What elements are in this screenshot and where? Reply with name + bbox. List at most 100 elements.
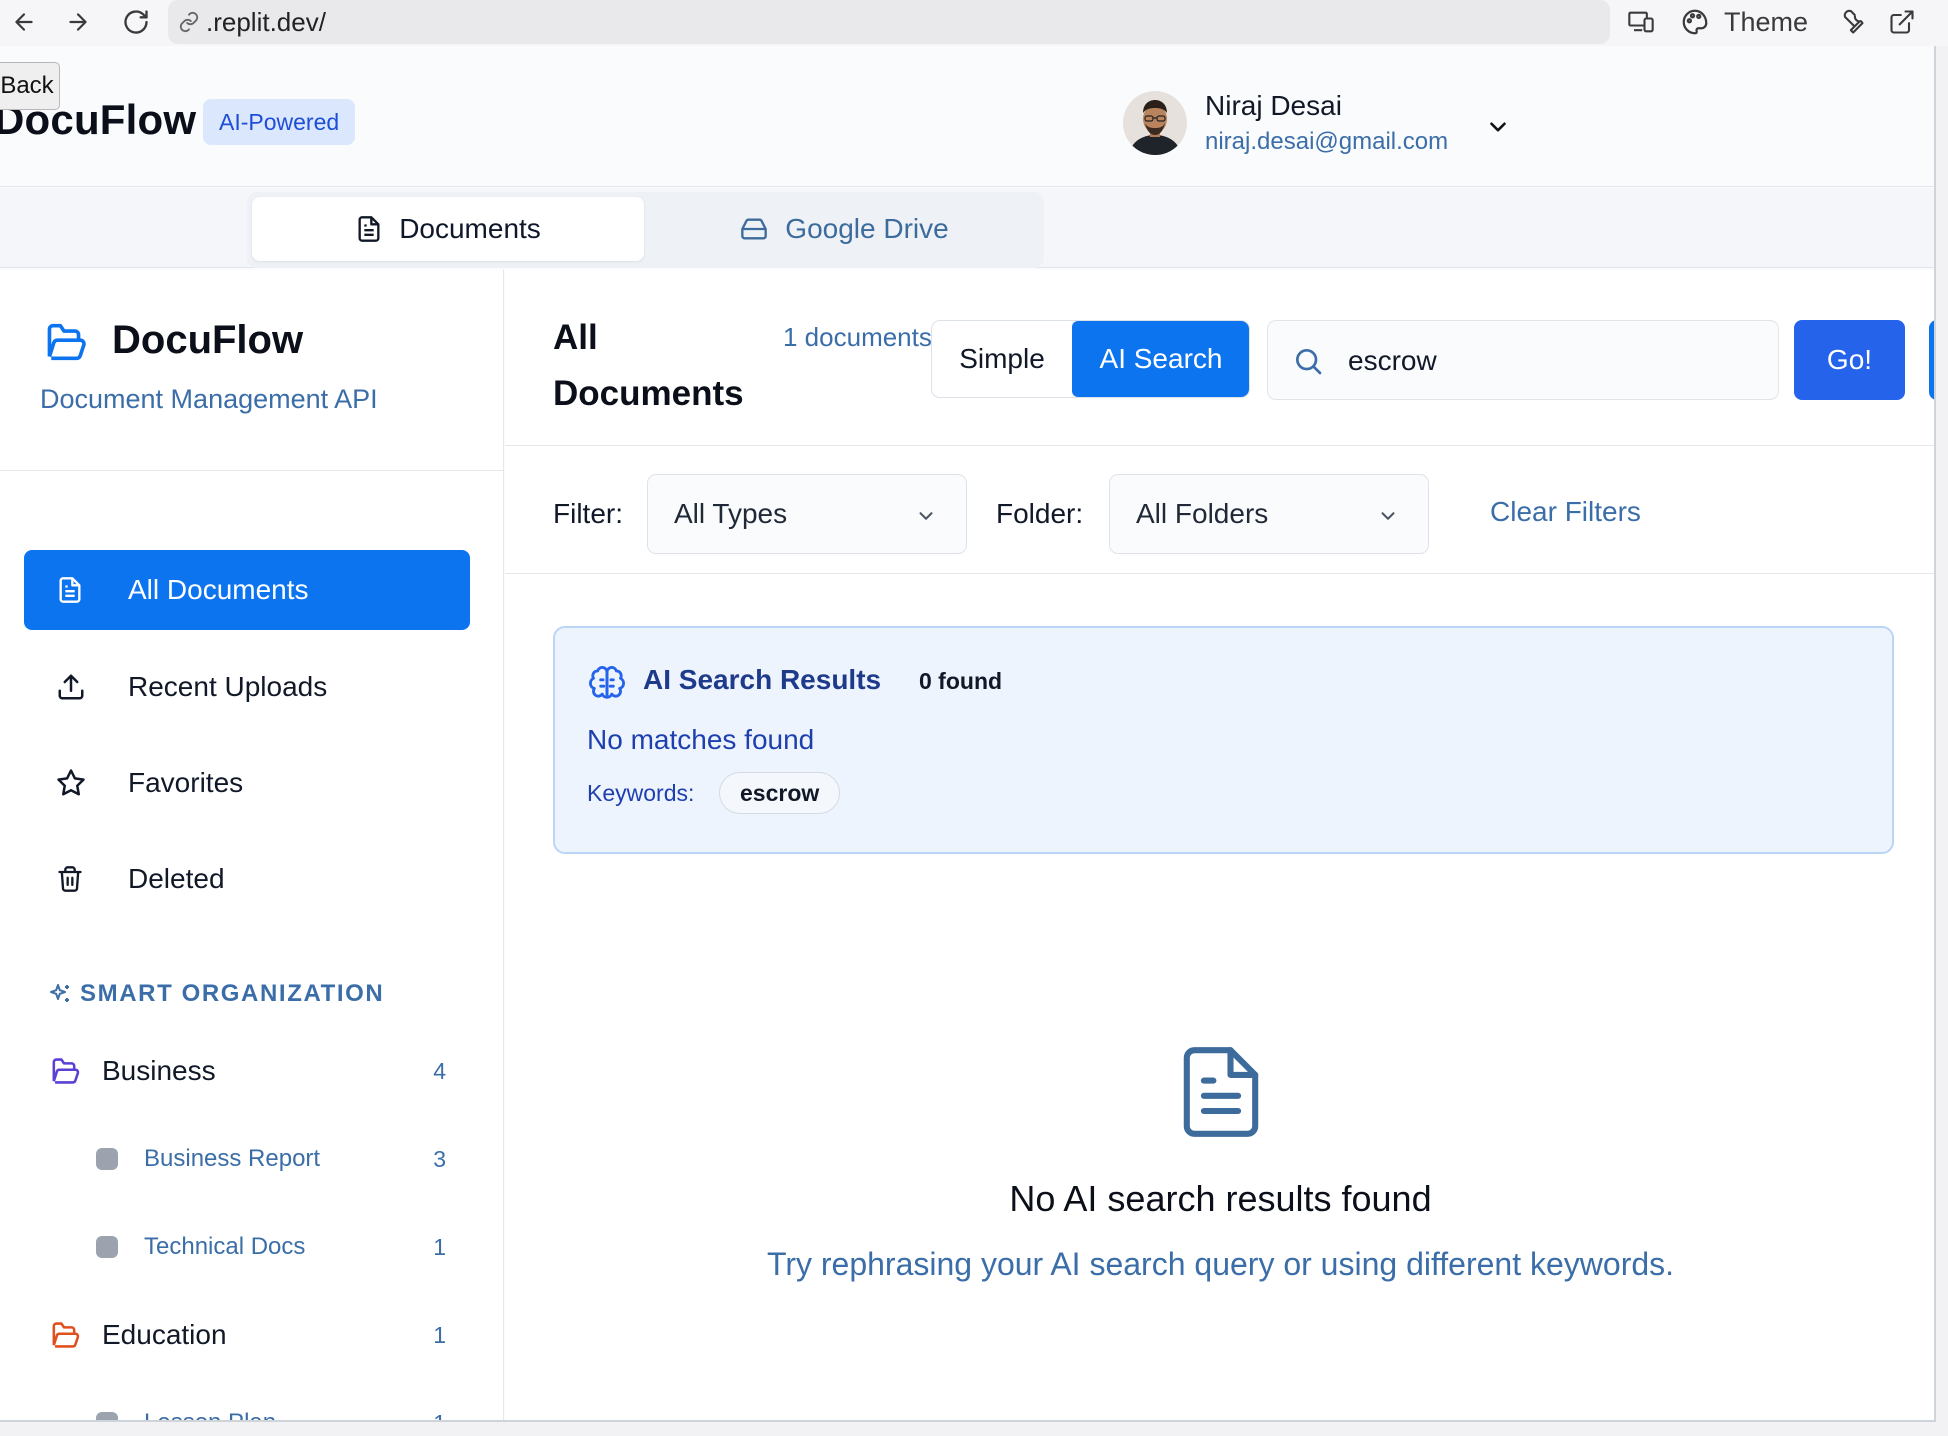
subfolder-name: Technical Docs [144, 1233, 306, 1260]
no-matches-text: No matches found [587, 724, 815, 755]
palette-icon [1680, 7, 1710, 37]
external-link-icon[interactable] [1888, 6, 1916, 38]
main-tabs: Documents Google Drive [247, 192, 1044, 268]
avatar [1123, 91, 1187, 155]
file-text-icon [56, 575, 84, 605]
sidebar: DocuFlow Document Management API All Doc… [0, 270, 504, 1421]
ai-search-button[interactable]: AI Search [1072, 321, 1249, 397]
sidebar-item-label: All Documents [128, 574, 309, 605]
browser-toolbar: .replit.dev/ Theme [0, 0, 1948, 46]
type-filter-select[interactable]: All Types [647, 474, 967, 554]
documents-toolbar: All Documents 1 documents Simple AI Sear… [505, 270, 1934, 446]
subfolder-count: 1 [433, 1233, 446, 1260]
subfolder-name: Business Report [144, 1145, 321, 1172]
search-mode-toggle: Simple AI Search [931, 320, 1250, 398]
subfolder-name: Lesson Plan [144, 1409, 276, 1420]
subfolder-lesson-plan[interactable]: Lesson Plan 1 [96, 1400, 458, 1421]
user-menu[interactable]: Niraj Desai niraj.desai@gmail.com [1123, 88, 1448, 158]
sidebar-item-favorites[interactable]: Favorites [24, 743, 470, 823]
link-icon [178, 11, 200, 33]
wrench-icon[interactable] [1838, 6, 1866, 38]
sidebar-item-label: Recent Uploads [128, 671, 328, 702]
chevron-down-icon [1376, 505, 1400, 527]
sidebar-item-deleted[interactable]: Deleted [24, 839, 470, 919]
results-found-count: 0 found [919, 668, 1003, 694]
folder-count: 1 [433, 1321, 446, 1348]
subfolder-count: 1 [433, 1410, 446, 1421]
sidebar-item-all-documents[interactable]: All Documents [24, 550, 470, 630]
app-window: Back DocuFlow AI-Powered Niraj Desai nir… [0, 46, 1936, 1422]
search-box [1267, 320, 1779, 400]
theme-label: Theme [1724, 6, 1809, 37]
brain-icon [587, 664, 627, 702]
file-text-icon [1183, 1046, 1259, 1138]
browser-back-icon[interactable] [8, 6, 40, 38]
upload-button[interactable] [1929, 320, 1934, 400]
sparkles-icon [48, 982, 72, 1006]
clear-filters-link[interactable]: Clear Filters [1490, 496, 1641, 528]
subfolder-technical-docs[interactable]: Technical Docs 1 [96, 1224, 458, 1270]
simple-search-button[interactable]: Simple [932, 321, 1072, 397]
responsive-devices-icon[interactable] [1626, 6, 1656, 38]
folder-icon [48, 1321, 80, 1349]
tab-google-drive-label: Google Drive [785, 213, 949, 244]
folder-education[interactable]: Education 1 [48, 1310, 458, 1360]
empty-state-title: No AI search results found [1009, 1178, 1432, 1219]
category-dot [96, 1148, 118, 1170]
chevron-down-icon[interactable] [1485, 114, 1511, 140]
sidebar-item-label: Favorites [128, 767, 244, 798]
folder-filter-value: All Folders [1136, 498, 1269, 529]
chevron-down-icon [914, 505, 938, 527]
filter-label: Filter: [553, 498, 623, 529]
folder-filter-select[interactable]: All Folders [1109, 474, 1429, 554]
page-title: All Documents [553, 318, 744, 413]
keywords-label: Keywords: [587, 780, 695, 806]
ai-search-results-card: AI Search Results 0 found No matches fou… [553, 626, 1894, 854]
smart-organization-heading: SMART ORGANIZATION [48, 980, 384, 1008]
go-button[interactable]: Go! [1794, 320, 1905, 400]
tab-documents-label: Documents [399, 213, 541, 244]
tab-google-drive[interactable]: Google Drive [649, 197, 1039, 261]
theme-button[interactable]: Theme [1680, 6, 1808, 38]
document-count: 1 documents [783, 322, 932, 352]
ai-results-title: AI Search Results [643, 664, 882, 695]
back-button[interactable]: Back [0, 62, 60, 110]
folder-name: Education [102, 1319, 227, 1350]
folder-count: 4 [433, 1057, 446, 1084]
tab-documents[interactable]: Documents [252, 197, 644, 261]
type-filter-value: All Types [674, 498, 788, 529]
folder-icon [48, 1057, 80, 1085]
hard-drive-icon [739, 215, 769, 243]
main-content: All Documents 1 documents Simple AI Sear… [505, 270, 1934, 1420]
user-name: Niraj Desai [1205, 90, 1342, 121]
upload-icon [56, 672, 86, 702]
keyword-chip: escrow [719, 772, 841, 814]
browser-reload-icon[interactable] [120, 6, 152, 38]
sidebar-subtitle: Document Management API [40, 384, 378, 414]
search-input[interactable] [1348, 339, 1748, 383]
ai-powered-badge: AI-Powered [203, 99, 356, 145]
folder-name: Business [102, 1055, 216, 1086]
subfolder-business-report[interactable]: Business Report 3 [96, 1136, 458, 1182]
category-dot [96, 1236, 118, 1258]
star-icon [56, 768, 86, 798]
user-email: niraj.desai@gmail.com [1205, 128, 1449, 155]
folder-label: Folder: [996, 498, 1084, 529]
empty-state-subtitle: Try rephrasing your AI search query or u… [766, 1246, 1675, 1282]
folder-open-icon [42, 322, 86, 362]
browser-forward-icon[interactable] [62, 6, 94, 38]
folder-business[interactable]: Business 4 [48, 1046, 458, 1096]
subfolder-count: 3 [433, 1145, 446, 1172]
file-text-icon [355, 214, 383, 244]
category-dot [96, 1412, 118, 1420]
sidebar-header: DocuFlow Document Management API [0, 270, 503, 471]
trash-icon [56, 864, 84, 894]
sidebar-item-label: Deleted [128, 863, 225, 894]
url-text: .replit.dev/ [206, 6, 326, 37]
search-icon [1292, 345, 1324, 377]
url-bar[interactable]: .replit.dev/ [168, 0, 1610, 44]
app-header: DocuFlow AI-Powered Niraj Desai niraj.de… [0, 46, 1934, 187]
sidebar-item-recent-uploads[interactable]: Recent Uploads [24, 647, 470, 727]
sidebar-title: DocuFlow [112, 318, 304, 362]
filter-bar: Filter: All Types Folder: All Folders Cl… [505, 446, 1934, 574]
